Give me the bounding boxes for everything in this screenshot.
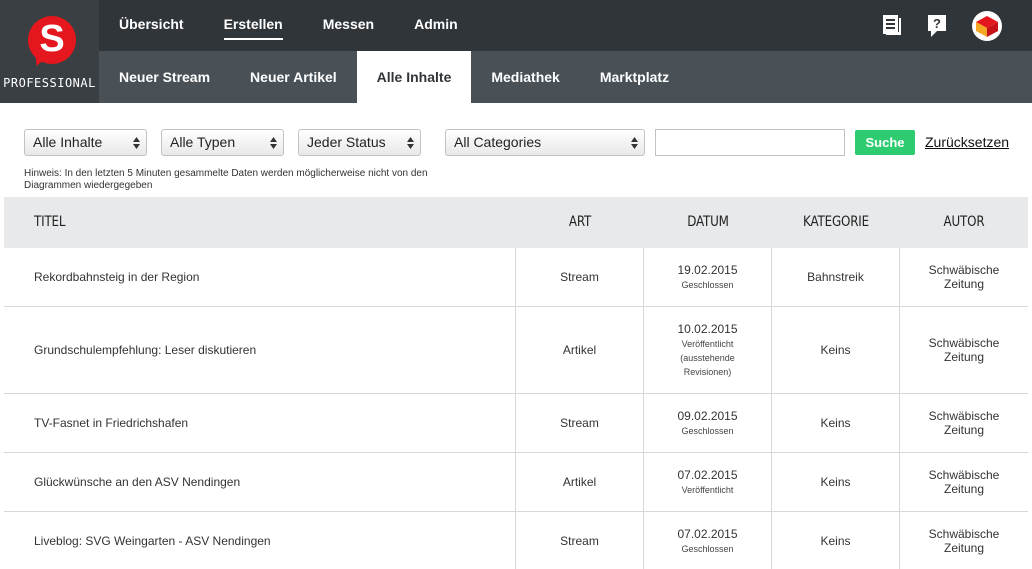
top-nav-messen[interactable]: Messen <box>303 0 394 51</box>
row-date-cell: 07.02.2015 Geschlossen <box>644 512 772 569</box>
row-author: Schwäbische Zeitung <box>928 409 1000 437</box>
row-type: Stream <box>516 394 644 452</box>
row-status: Geschlossen <box>681 425 734 436</box>
search-button[interactable]: Suche <box>855 130 915 155</box>
row-title[interactable]: Liveblog: SVG Weingarten - ASV Nendingen <box>4 512 516 569</box>
reset-link[interactable]: Zurücksetzen <box>925 134 1009 150</box>
select-arrows-icon <box>133 137 140 149</box>
row-category: Keins <box>772 453 900 511</box>
row-date-cell: 10.02.2015 Veröffentlicht (ausstehende R… <box>644 307 772 393</box>
row-status: Veröffentlicht <box>681 484 734 495</box>
tab-neuer-stream[interactable]: Neuer Stream <box>99 51 230 103</box>
row-status: Veröffentlicht (ausstehende Revisionen) <box>680 338 735 377</box>
select-arrows-icon <box>407 137 414 149</box>
row-title[interactable]: Rekordbahnsteig in der Region <box>4 248 516 306</box>
column-header-kategorie[interactable]: KATEGORIE <box>782 197 891 248</box>
sub-navigation-bar: Neuer Stream Neuer Artikel Alle Inhalte … <box>99 51 1032 103</box>
status-select-value: Jeder Status <box>307 134 386 150</box>
row-category: Keins <box>772 512 900 569</box>
row-date: 09.02.2015 <box>677 408 738 423</box>
top-navigation-bar: Übersicht Erstellen Messen Admin ? <box>99 0 1032 51</box>
column-header-autor[interactable]: AUTOR <box>910 197 1019 248</box>
svg-text:?: ? <box>933 16 941 31</box>
row-type: Artikel <box>516 307 644 393</box>
column-header-datum[interactable]: DATUM <box>654 197 763 248</box>
row-author: Schwäbische Zeitung <box>928 468 1000 496</box>
content-table-body: Rekordbahnsteig in der Region Stream 19.… <box>4 248 1028 569</box>
status-select[interactable]: Jeder Status <box>298 129 421 156</box>
category-select-value: All Categories <box>454 134 542 150</box>
document-list-icon[interactable] <box>882 14 902 36</box>
scope-select-value: Alle Inhalte <box>33 134 103 150</box>
help-icon[interactable]: ? <box>927 14 947 38</box>
column-header-art[interactable]: ART <box>526 197 635 248</box>
row-date: 07.02.2015 <box>677 467 738 482</box>
category-select[interactable]: All Categories <box>445 129 645 156</box>
row-status: Geschlossen <box>681 279 734 290</box>
avatar-logo-icon <box>976 16 998 37</box>
scope-select[interactable]: Alle Inhalte <box>24 129 147 156</box>
row-title[interactable]: TV-Fasnet in Friedrichshafen <box>4 394 516 452</box>
row-date: 07.02.2015 <box>677 526 738 541</box>
row-category: Keins <box>772 394 900 452</box>
row-category: Bahnstreik <box>772 248 900 306</box>
table-row[interactable]: Glückwünsche an den ASV Nendingen Artike… <box>4 453 1028 512</box>
select-arrows-icon <box>631 137 638 149</box>
table-row[interactable]: Rekordbahnsteig in der Region Stream 19.… <box>4 248 1028 307</box>
table-row[interactable]: Grundschulempfehlung: Leser diskutieren … <box>4 307 1028 394</box>
logo-icon: S <box>28 16 76 64</box>
row-author: Schwäbische Zeitung <box>928 336 1000 364</box>
tab-alle-inhalte[interactable]: Alle Inhalte <box>356 51 472 103</box>
table-row[interactable]: TV-Fasnet in Friedrichshafen Stream 09.0… <box>4 394 1028 453</box>
column-header-titel[interactable]: TITEL <box>34 197 66 248</box>
filter-bar: Alle Inhalte Alle Typen Jeder Status All… <box>24 129 1009 157</box>
data-hint-text: Hinweis: In den letzten 5 Minuten gesamm… <box>24 168 428 191</box>
select-arrows-icon <box>270 137 277 149</box>
row-category: Keins <box>772 307 900 393</box>
row-date: 10.02.2015 <box>677 321 738 336</box>
top-nav-uebersicht[interactable]: Übersicht <box>99 0 204 51</box>
table-header: TITEL ART DATUM KATEGORIE AUTOR <box>4 197 1028 248</box>
tab-mediathek[interactable]: Mediathek <box>471 51 579 103</box>
row-title[interactable]: Grundschulempfehlung: Leser diskutieren <box>4 307 516 393</box>
row-date-cell: 19.02.2015 Geschlossen <box>644 248 772 306</box>
top-nav: Übersicht Erstellen Messen Admin <box>99 0 478 51</box>
top-nav-admin[interactable]: Admin <box>394 0 478 51</box>
row-type: Stream <box>516 512 644 569</box>
type-select[interactable]: Alle Typen <box>161 129 284 156</box>
search-input[interactable] <box>655 129 845 156</box>
row-title[interactable]: Glückwünsche an den ASV Nendingen <box>4 453 516 511</box>
row-type: Artikel <box>516 453 644 511</box>
avatar[interactable] <box>972 11 1002 41</box>
brand-subtitle: PROFESSIONAL <box>3 76 96 90</box>
brand-logo[interactable]: S PROFESSIONAL <box>0 0 99 103</box>
row-author: Schwäbische Zeitung <box>928 263 1000 291</box>
tab-neuer-artikel[interactable]: Neuer Artikel <box>230 51 357 103</box>
tab-marktplatz[interactable]: Marktplatz <box>580 51 689 103</box>
row-date-cell: 07.02.2015 Veröffentlicht <box>644 453 772 511</box>
type-select-value: Alle Typen <box>170 134 236 150</box>
table-row[interactable]: Liveblog: SVG Weingarten - ASV Nendingen… <box>4 512 1028 569</box>
row-type: Stream <box>516 248 644 306</box>
row-status: Geschlossen <box>681 543 734 554</box>
row-author: Schwäbische Zeitung <box>928 527 1000 555</box>
top-nav-erstellen[interactable]: Erstellen <box>204 0 303 51</box>
row-date: 19.02.2015 <box>677 262 738 277</box>
row-date-cell: 09.02.2015 Geschlossen <box>644 394 772 452</box>
